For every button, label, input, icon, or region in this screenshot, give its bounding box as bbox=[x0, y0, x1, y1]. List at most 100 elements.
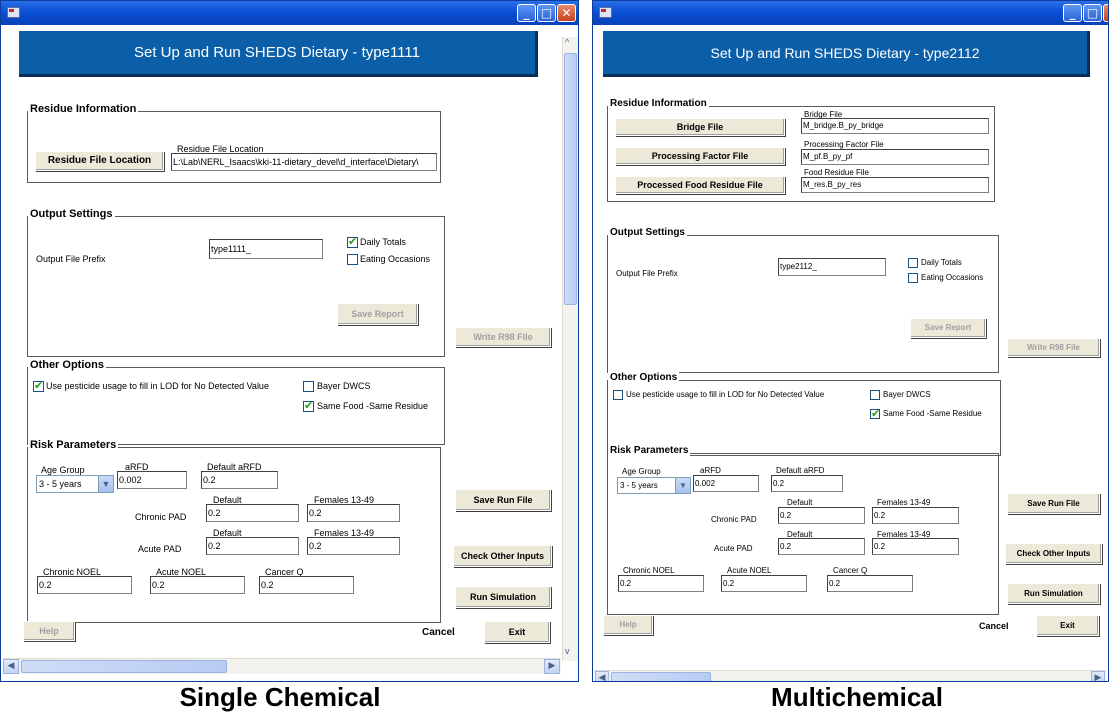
pesticide-usage-checkbox[interactable] bbox=[33, 379, 44, 392]
age-group-select[interactable]: 3 - 5 years ▼ bbox=[36, 475, 114, 493]
close-icon[interactable]: ✕ bbox=[557, 4, 576, 22]
chronic-default-label: Default bbox=[787, 498, 813, 507]
chevron-down-icon[interactable]: ▼ bbox=[98, 476, 113, 492]
processing-factor-file-button[interactable]: Processing Factor File bbox=[615, 147, 785, 165]
chronic-noel-field[interactable]: 0.2 bbox=[618, 575, 704, 592]
age-group-select[interactable]: 3 - 5 years ▼ bbox=[617, 477, 691, 494]
close-icon[interactable]: ✕ bbox=[1103, 4, 1108, 22]
food-residue-file-field[interactable]: M_res.B_py_res bbox=[801, 177, 989, 193]
chevron-down-icon[interactable]: ▼ bbox=[675, 478, 690, 493]
same-food-same-residue-label: Same Food -Same Residue bbox=[883, 409, 982, 418]
maximize-icon[interactable]: □ bbox=[1083, 4, 1102, 22]
vertical-scrollbar[interactable] bbox=[562, 37, 578, 661]
residue-information-title: Residue Information bbox=[28, 103, 139, 115]
default-arfd-field[interactable]: 0.2 bbox=[201, 471, 278, 489]
default-arfd-label: Default aRFD bbox=[776, 466, 825, 475]
other-options-title: Other Options bbox=[28, 359, 106, 371]
save-report-button[interactable]: Save Report bbox=[337, 303, 418, 325]
bayer-dwcs-checkbox[interactable] bbox=[870, 390, 880, 400]
left-client-area: Set Up and Run SHEDS Dietary - type1111 … bbox=[1, 25, 578, 681]
daily-totals-label: Daily Totals bbox=[360, 237, 406, 247]
daily-totals-label: Daily Totals bbox=[921, 258, 962, 267]
maximize-icon[interactable]: □ bbox=[537, 4, 556, 22]
food-residue-file-label: Food Residue File bbox=[804, 168, 869, 177]
horizontal-scrollbar[interactable]: ◀ ▶ bbox=[595, 670, 1106, 681]
write-r98-file-button[interactable]: Write R98 File bbox=[455, 327, 551, 347]
scroll-up-icon[interactable]: ^ bbox=[565, 37, 569, 47]
left-window: _ □ ✕ Set Up and Run SHEDS Dietary - typ… bbox=[0, 0, 579, 682]
output-file-prefix-field[interactable]: type2112_ bbox=[778, 258, 886, 276]
chronic-pad-females-field[interactable]: 0.2 bbox=[307, 504, 400, 522]
acute-pad-default-field[interactable]: 0.2 bbox=[206, 537, 299, 555]
arfd-field[interactable]: 0.002 bbox=[117, 471, 187, 489]
check-other-inputs-button[interactable]: Check Other Inputs bbox=[453, 545, 552, 567]
scroll-left-icon[interactable]: ◀ bbox=[3, 659, 19, 674]
default-arfd-field[interactable]: 0.2 bbox=[771, 475, 843, 492]
daily-totals-checkbox[interactable] bbox=[908, 258, 918, 268]
acute-pad-default-field[interactable]: 0.2 bbox=[778, 538, 865, 555]
residue-file-location-button[interactable]: Residue File Location bbox=[35, 151, 164, 171]
scroll-right-icon[interactable]: ▶ bbox=[1091, 671, 1105, 681]
bayer-dwcs-checkbox[interactable] bbox=[303, 381, 314, 392]
cancel-button[interactable]: Cancel bbox=[422, 627, 455, 638]
arfd-label: aRFD bbox=[700, 466, 721, 475]
same-food-same-residue-checkbox[interactable] bbox=[870, 407, 880, 420]
eating-occasions-label: Eating Occasions bbox=[921, 273, 984, 282]
chronic-noel-field[interactable]: 0.2 bbox=[37, 576, 132, 594]
scroll-right-icon[interactable]: ▶ bbox=[544, 659, 560, 674]
scroll-left-icon[interactable]: ◀ bbox=[595, 671, 609, 681]
exit-button[interactable]: Exit bbox=[484, 621, 550, 643]
acute-noel-field[interactable]: 0.2 bbox=[721, 575, 807, 592]
scroll-down-icon[interactable]: v bbox=[565, 646, 570, 656]
eating-occasions-checkbox[interactable] bbox=[908, 273, 918, 283]
minimize-icon[interactable]: _ bbox=[517, 4, 536, 22]
bridge-file-field[interactable]: M_bridge.B_py_bridge bbox=[801, 118, 989, 134]
daily-totals-checkbox[interactable] bbox=[347, 235, 358, 248]
app-icon bbox=[7, 7, 20, 18]
right-client-area: Set Up and Run SHEDS Dietary - type2112 … bbox=[593, 25, 1108, 681]
acute-pad-females-field[interactable]: 0.2 bbox=[307, 537, 400, 555]
right-titlebar[interactable]: _ □ ✕ bbox=[593, 1, 1108, 25]
bridge-file-button[interactable]: Bridge File bbox=[615, 118, 785, 136]
save-run-file-button[interactable]: Save Run File bbox=[455, 489, 551, 511]
risk-parameters-title: Risk Parameters bbox=[28, 439, 119, 451]
processing-factor-file-field[interactable]: M_pf.B_py_pf bbox=[801, 149, 989, 165]
chronic-pad-default-field[interactable]: 0.2 bbox=[778, 507, 865, 524]
processed-food-residue-file-button[interactable]: Processed Food Residue File bbox=[615, 176, 785, 194]
horizontal-scroll-thumb[interactable] bbox=[21, 660, 227, 673]
residue-information-title: Residue Information bbox=[608, 98, 709, 109]
cancel-button[interactable]: Cancel bbox=[979, 621, 1009, 631]
chronic-pad-default-field[interactable]: 0.2 bbox=[206, 504, 299, 522]
cancer-q-field[interactable]: 0.2 bbox=[259, 576, 354, 594]
help-button[interactable]: Help bbox=[603, 615, 653, 635]
exit-button[interactable]: Exit bbox=[1036, 615, 1099, 636]
minimize-icon[interactable]: _ bbox=[1063, 4, 1082, 22]
acute-noel-label: Acute NOEL bbox=[727, 566, 772, 575]
run-simulation-button[interactable]: Run Simulation bbox=[1007, 583, 1100, 604]
horizontal-scroll-thumb[interactable] bbox=[611, 672, 711, 681]
cancer-q-field[interactable]: 0.2 bbox=[827, 575, 913, 592]
acute-pad-females-field[interactable]: 0.2 bbox=[872, 538, 959, 555]
acute-noel-field[interactable]: 0.2 bbox=[150, 576, 245, 594]
check-other-inputs-button[interactable]: Check Other Inputs bbox=[1005, 543, 1102, 564]
same-food-same-residue-checkbox[interactable] bbox=[303, 399, 314, 412]
horizontal-scrollbar[interactable]: ◀ ▶ bbox=[3, 658, 561, 674]
pesticide-usage-label: Use pesticide usage to fill in LOD for N… bbox=[46, 381, 269, 391]
run-simulation-button[interactable]: Run Simulation bbox=[455, 586, 551, 608]
age-group-label: Age Group bbox=[41, 465, 85, 475]
left-titlebar[interactable]: _ □ ✕ bbox=[1, 1, 578, 25]
output-settings-title: Output Settings bbox=[608, 227, 687, 238]
arfd-field[interactable]: 0.002 bbox=[693, 475, 759, 492]
save-report-button[interactable]: Save Report bbox=[910, 318, 986, 338]
write-r98-file-button[interactable]: Write R98 File bbox=[1007, 338, 1100, 357]
chronic-pad-females-field[interactable]: 0.2 bbox=[872, 507, 959, 524]
output-file-prefix-field[interactable]: type1111_ bbox=[209, 239, 323, 259]
pesticide-usage-checkbox[interactable] bbox=[613, 390, 623, 400]
acute-pad-label: Acute PAD bbox=[714, 544, 753, 553]
chronic-females-label: Females 13-49 bbox=[877, 498, 931, 507]
help-button[interactable]: Help bbox=[23, 621, 75, 641]
save-run-file-button[interactable]: Save Run File bbox=[1007, 493, 1100, 514]
residue-file-location-field[interactable]: L:\Lab\NERL_Isaacs\kki-11-dietary_devel\… bbox=[171, 153, 437, 171]
eating-occasions-checkbox[interactable] bbox=[347, 254, 358, 265]
vertical-scroll-thumb[interactable] bbox=[564, 53, 577, 305]
